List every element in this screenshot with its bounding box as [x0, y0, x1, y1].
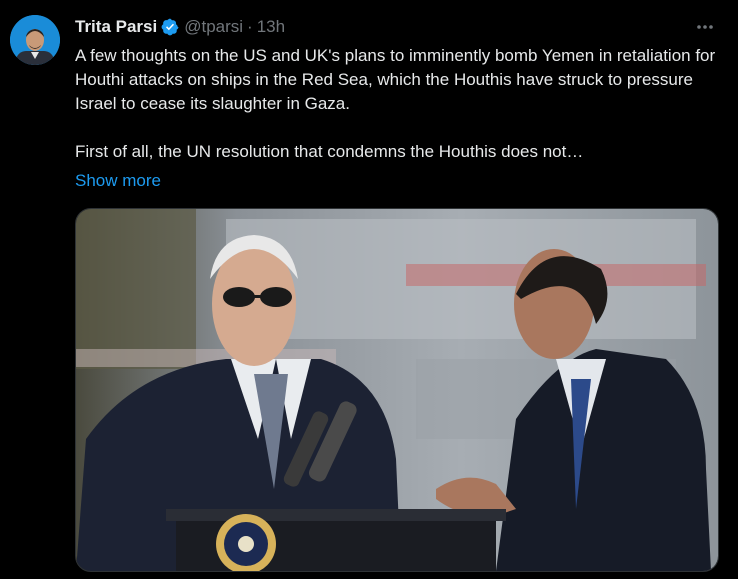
tweet-card[interactable]: Trita Parsi @tparsi · 13h A few thoughts…	[0, 0, 738, 579]
separator-dot: ·	[247, 17, 253, 36]
tweet-timestamp[interactable]: 13h	[257, 17, 285, 37]
author-name[interactable]: Trita Parsi	[75, 17, 157, 37]
tweet-paragraph-1: A few thoughts on the US and UK's plans …	[75, 46, 716, 113]
author-avatar[interactable]	[10, 15, 60, 65]
tweet-text: A few thoughts on the US and UK's plans …	[75, 44, 725, 164]
tweet-photo[interactable]	[75, 208, 719, 572]
tweet-paragraph-2: First of all, the UN resolution that con…	[75, 142, 584, 161]
verified-badge-icon[interactable]	[161, 18, 179, 36]
avatar-image	[10, 15, 60, 65]
photo-image	[76, 209, 718, 571]
show-more-link[interactable]: Show more	[75, 169, 161, 193]
tweet-header: Trita Parsi @tparsi · 13h	[75, 15, 285, 39]
more-options-icon[interactable]	[694, 16, 716, 43]
author-handle[interactable]: @tparsi	[184, 17, 243, 37]
